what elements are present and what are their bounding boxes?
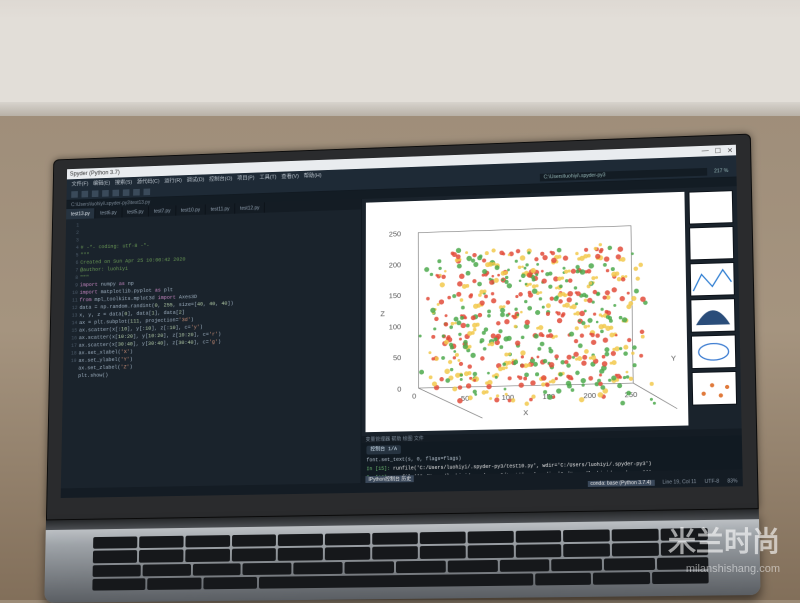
debug-icon[interactable] [123,189,130,196]
laptop-deck [44,509,760,603]
code-editor[interactable]: 1 2 3 4 5 6 7 8 9 10 11 12 13 14 15 16 1… [61,209,361,488]
scatter-3d-plot: 0 50100 150200 250 050 100150 200250 X Y [366,192,689,432]
console-tab-label[interactable]: IPython控制台 历史 [365,475,414,483]
new-file-icon[interactable] [71,191,78,198]
right-pane: 0 50100 150200 250 050 100150 200250 X Y [360,186,742,483]
svg-text:200: 200 [583,391,596,400]
menu-item[interactable]: 文件(F) [71,180,88,188]
menu-item[interactable]: 源代码(C) [137,177,160,185]
svg-text:0: 0 [412,392,416,401]
menu-item[interactable]: 工具(T) [259,173,276,181]
status-encoding: UTF-8 [705,479,720,485]
step-icon[interactable] [133,188,140,195]
svg-text:0: 0 [397,385,401,394]
menu-item[interactable]: 查看(V) [281,172,299,180]
window-title: Spyder (Python 3.7) [70,170,120,177]
stop-icon[interactable] [143,188,150,195]
svg-text:250: 250 [389,229,401,238]
taskbar-date[interactable]: 2020/4/25 [719,496,740,498]
status-memory: 83% [727,478,737,484]
plot-thumb[interactable] [690,298,735,333]
menu-item[interactable]: 编辑(E) [93,179,110,187]
minimize-icon[interactable]: — [702,147,709,155]
run-cell-icon[interactable] [112,189,119,196]
system-tray[interactable]: 10:03 2020/4/25 [719,490,740,498]
work-area: test13.pytest6.pytest5.pytest7.pytest10.… [61,186,743,488]
svg-text:150: 150 [389,291,401,300]
file-explorer-icon[interactable] [250,497,264,498]
menu-item[interactable]: 项目(P) [237,174,255,182]
plot-canvas[interactable]: 0 50100 150200 250 050 100150 200250 X Y [366,192,689,432]
plot-thumbnail-strip[interactable] [688,190,737,425]
plot-thumb[interactable] [691,335,736,370]
open-file-icon[interactable] [82,190,89,197]
console-output: font.set_text(s, 0, flags=flags) [366,456,461,464]
svg-text:50: 50 [393,353,401,362]
svg-text:250: 250 [625,390,638,399]
plot-panel: 0 50100 150200 250 050 100150 200250 X Y [362,186,742,436]
plot-thumb[interactable] [688,190,733,224]
menu-item[interactable]: 控制台(O) [209,174,232,182]
menu-item[interactable]: 调试(D) [187,175,205,183]
zoom-level[interactable]: 217 % [711,168,731,174]
status-cursor-pos: Line 19, Col 11 [662,479,696,486]
svg-text:200: 200 [389,260,401,269]
console-tab[interactable]: 控制台 1/A [366,445,400,454]
spyder-icon[interactable] [283,497,297,498]
plot-thumb[interactable] [689,226,734,260]
close-icon[interactable]: ✕ [727,146,733,154]
maximize-icon[interactable]: ☐ [715,147,721,155]
store-icon[interactable] [266,497,280,498]
svg-text:X: X [523,408,528,417]
plot-thumb[interactable] [690,262,735,296]
laptop-bezel: Spyder (Python 3.7) — ☐ ✕ 文件(F) 编辑(E) 搜索(S… [46,134,759,521]
taskbar-clock[interactable]: 10:03 [719,490,740,496]
line-number-gutter: 1 2 3 4 5 6 7 8 9 10 11 12 13 14 15 16 1… [61,222,81,489]
menu-item[interactable]: 运行(R) [164,176,182,184]
code-editor-pane[interactable]: test13.pytest6.pytest5.pytest7.pytest10.… [61,199,361,488]
desk-edge [0,102,800,116]
plot-thumb[interactable] [692,371,737,406]
laptop: Spyder (Python 3.7) — ☐ ✕ 文件(F) 编辑(E) 搜索(S… [44,134,760,603]
svg-text:100: 100 [389,322,401,331]
svg-text:Z: Z [380,309,385,318]
svg-text:Y: Y [671,354,676,363]
keyboard [92,528,708,591]
window-controls[interactable]: — ☐ ✕ [702,146,733,155]
menu-item[interactable]: 帮助(H) [304,171,322,179]
status-kernel[interactable]: conda: base (Python 3.7.4) [587,480,654,487]
save-icon[interactable] [92,190,99,197]
run-icon[interactable] [102,190,109,197]
screen: Spyder (Python 3.7) — ☐ ✕ 文件(F) 编辑(E) 搜索(S… [61,145,743,498]
menu-item[interactable]: 搜索(S) [115,178,132,186]
